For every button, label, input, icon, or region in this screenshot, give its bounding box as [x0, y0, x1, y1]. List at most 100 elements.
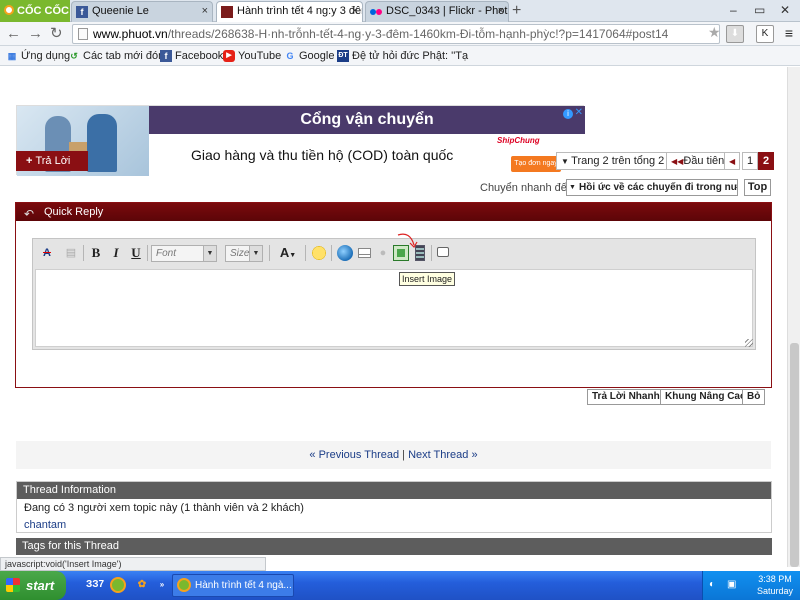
tab-strip: CỐC CỐC f Queenie Le × Hành trình tết 4 …: [0, 0, 800, 22]
underline-icon[interactable]: U: [128, 245, 144, 261]
separator: [331, 245, 332, 261]
bookmark-label: Đệ tử hỏi đức Phật: ''Tạ: [352, 50, 469, 62]
bookmark-youtube[interactable]: ▶ YouTube: [223, 49, 281, 63]
coccoc-launch-icon[interactable]: [110, 577, 126, 593]
jump-label: Chuyển nhanh đến: [480, 182, 573, 194]
bookmark-buddha[interactable]: ĐT Đệ tử hỏi đức Phật: ''Tạ: [337, 49, 468, 63]
new-tab-button[interactable]: +: [512, 2, 521, 20]
close-icon[interactable]: ×: [352, 2, 358, 21]
reply-button-label: Trả Lời: [35, 155, 71, 167]
paste-icon[interactable]: ▤: [63, 245, 79, 261]
insert-link-icon[interactable]: [337, 245, 353, 261]
italic-icon[interactable]: I: [108, 245, 124, 261]
extension-icon[interactable]: K: [756, 25, 774, 43]
ad-info-icon[interactable]: i: [563, 109, 573, 119]
bookmark-label: YouTube: [238, 50, 282, 62]
bookmark-label: Facebook: [175, 50, 224, 62]
size-select[interactable]: Size ▼: [225, 245, 263, 262]
quick-reply-panel: ↶ Quick Reply A ▤ B I U Font ▼ Size▼ A▼: [15, 202, 772, 388]
bookmark-label: Các tab mới đóng: [83, 50, 171, 62]
network-icon[interactable]: ◐: [709, 579, 721, 591]
tab-facebook[interactable]: f Queenie Le ×: [71, 1, 213, 22]
browser-logo[interactable]: CỐC CỐC: [0, 0, 70, 22]
cancel-button[interactable]: Bỏ: [742, 389, 766, 405]
quick-launch-icon[interactable]: ✿: [134, 577, 150, 593]
first-page-link[interactable]: ◀◀Đầu tiên: [666, 152, 730, 170]
page-link-2-current[interactable]: 2: [758, 152, 775, 170]
bookmark-label: Google: [299, 50, 335, 62]
tab-phuot[interactable]: Hành trình tết 4 ng:y 3 đêm ×: [216, 1, 363, 22]
menu-icon[interactable]: ≡: [780, 25, 798, 43]
url-path: /threads/268638-H·nh-trỗnh-tết-4-ng·y-3-…: [167, 27, 669, 41]
taskbar-window-item[interactable]: Hành trình tết 4 ngà...: [172, 574, 294, 597]
font-select-label: Font: [156, 248, 177, 259]
close-window-icon[interactable]: ✕: [780, 0, 790, 20]
reply-arrow-icon: ↶: [24, 207, 35, 221]
vertical-scrollbar[interactable]: [787, 67, 800, 567]
quote-icon[interactable]: [437, 247, 449, 257]
volume-icon[interactable]: ▣: [727, 579, 739, 591]
close-icon[interactable]: ×: [498, 2, 504, 21]
quick-reply-submit-button[interactable]: Trả Lời Nhanh: [587, 389, 665, 405]
font-select[interactable]: Font ▼: [151, 245, 217, 262]
previous-thread-link[interactable]: « Previous Thread: [309, 449, 399, 461]
tab-title: Hành trình tết 4 ng:y 3 đêm: [237, 5, 363, 17]
prev-page-link[interactable]: ◀: [724, 152, 741, 170]
bookmark-google[interactable]: G Google: [284, 49, 334, 63]
top-button[interactable]: Top: [744, 179, 771, 196]
chevron-down-icon: ▼: [249, 246, 262, 261]
ad-person-2: [87, 114, 117, 172]
insert-image-tooltip: Insert Image: [399, 272, 456, 286]
chevron-left-icon: ◀: [729, 157, 736, 166]
forum-jump-select[interactable]: Hồi ức về các chuyến đi trong nước: [566, 179, 738, 196]
minimize-icon[interactable]: –: [730, 0, 737, 20]
remove-link-icon[interactable]: ●: [375, 245, 391, 261]
download-icon[interactable]: ⬇: [726, 25, 744, 43]
start-button[interactable]: start: [0, 571, 66, 600]
history-icon: ↺: [70, 51, 78, 61]
resize-handle[interactable]: [745, 339, 753, 347]
clock-day: Saturday: [756, 586, 794, 596]
thread-information: Thread Information Đang có 3 người xem t…: [16, 481, 772, 533]
scrollbar-thumb[interactable]: [790, 343, 799, 567]
page-info-dropdown[interactable]: ▼ Trang 2 trên tổng 2: [556, 152, 670, 170]
tab-flickr[interactable]: DSC_0343 | Flickr - Photo Sh ×: [365, 1, 509, 22]
close-icon[interactable]: ×: [202, 2, 208, 21]
insert-email-icon[interactable]: [358, 248, 371, 258]
bookmark-star-icon[interactable]: ★: [708, 24, 721, 41]
page-link-1[interactable]: 1: [742, 152, 759, 170]
smiley-icon[interactable]: [311, 245, 327, 261]
separator: [83, 245, 84, 261]
clock[interactable]: 3:38 PM Saturday: [751, 573, 799, 597]
viewer-user-link[interactable]: chantam: [24, 519, 66, 531]
chevron-down-icon: ▼: [561, 157, 572, 166]
back-icon[interactable]: ←: [6, 24, 21, 44]
ad-close-icon[interactable]: ✕: [575, 107, 583, 118]
first-page-label: Đầu tiên: [683, 155, 725, 167]
plus-icon: +: [26, 155, 33, 167]
reload-icon[interactable]: ↻: [50, 24, 63, 44]
tags-title: Tags for this Thread: [16, 538, 772, 555]
advertisement-banner[interactable]: Cổng vận chuyển Giao hàng và thu tiền hộ…: [16, 105, 585, 176]
forward-icon[interactable]: →: [28, 24, 43, 44]
bold-icon[interactable]: B: [88, 245, 104, 261]
bookmark-recent-tabs[interactable]: ↺ Các tab mới đóng: [68, 49, 170, 63]
bookmark-facebook[interactable]: f Facebook: [160, 49, 223, 63]
quick-launch-text[interactable]: ЗЗ7: [84, 577, 106, 593]
maximize-icon[interactable]: ▭: [754, 0, 765, 20]
show-more-icon[interactable]: »: [154, 577, 170, 593]
bookmark-apps[interactable]: ▦ Ứng dụng: [6, 49, 70, 63]
reply-button[interactable]: + Trả Lời: [16, 151, 88, 171]
ad-title: Cổng vận chuyển: [149, 106, 585, 134]
chevron-down-icon: ▼: [203, 246, 216, 261]
facebook-icon: f: [160, 50, 172, 62]
remove-format-icon[interactable]: A: [39, 245, 55, 261]
ad-cta-button[interactable]: Tạo đơn ngay: [511, 156, 561, 172]
font-color-icon[interactable]: A▼: [275, 245, 301, 261]
apps-icon: ▦: [7, 51, 17, 61]
next-thread-link[interactable]: Next Thread »: [408, 449, 478, 461]
quick-reply-title: Quick Reply: [44, 206, 104, 218]
message-textarea[interactable]: [35, 269, 753, 347]
advanced-editor-button[interactable]: Khung Nâng Cao: [660, 389, 752, 405]
address-bar[interactable]: www.phuot.vn/threads/268638-H·nh-trỗnh-t…: [72, 24, 720, 44]
